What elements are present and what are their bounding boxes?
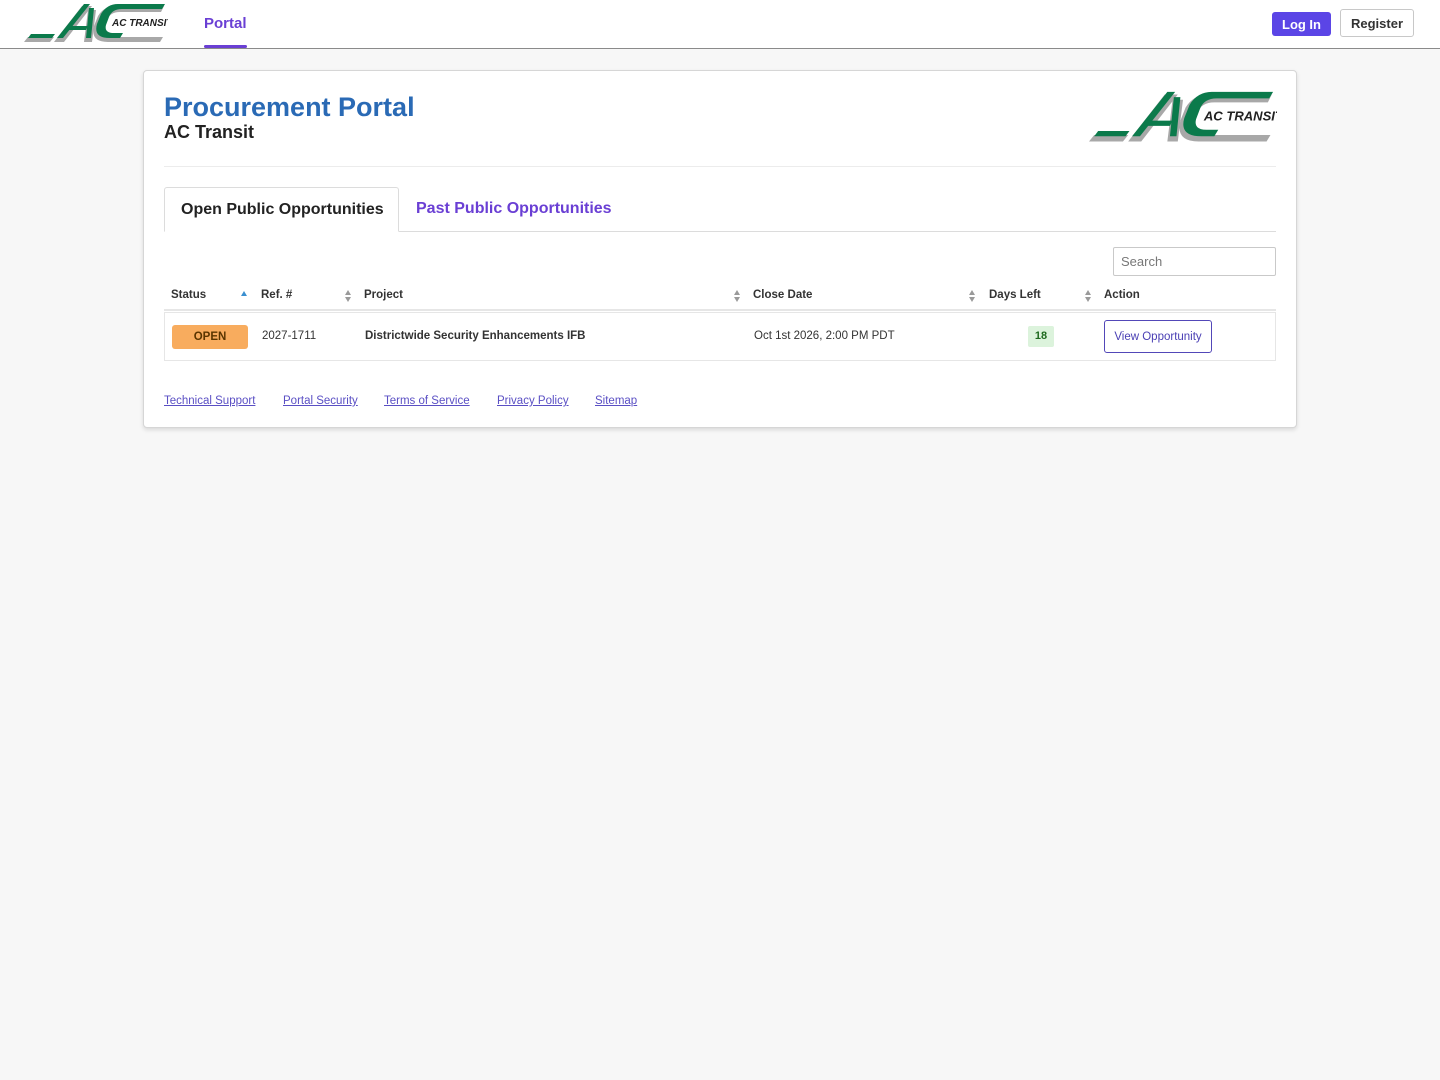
nav-portal-link[interactable]: Portal bbox=[204, 0, 247, 48]
search-input[interactable] bbox=[1113, 247, 1276, 276]
days-left-badge: 18 bbox=[1028, 326, 1054, 347]
column-header-status[interactable]: Status bbox=[171, 281, 206, 309]
top-navbar: AC TRANSIT Portal Log In Register bbox=[0, 0, 1440, 49]
sort-ascending-icon[interactable] bbox=[240, 289, 248, 303]
status-badge: OPEN bbox=[172, 325, 248, 349]
logo-wordmark-large: AC TRANSIT bbox=[1203, 109, 1277, 124]
table-row: OPEN 2027-1711 Districtwide Security Enh… bbox=[164, 312, 1276, 361]
sort-both-icon[interactable] bbox=[968, 289, 976, 303]
tab-past-opportunities[interactable]: Past Public Opportunities bbox=[416, 187, 612, 232]
sort-both-icon[interactable] bbox=[1084, 289, 1092, 303]
register-button[interactable]: Register bbox=[1340, 9, 1414, 37]
link-technical-support[interactable]: Technical Support bbox=[164, 395, 255, 407]
agency-name: AC Transit bbox=[164, 122, 255, 142]
link-portal-security[interactable]: Portal Security bbox=[283, 395, 358, 407]
ac-transit-logo-large: AC TRANSIT bbox=[1089, 91, 1277, 142]
column-header-ref[interactable]: Ref. # bbox=[261, 281, 292, 309]
close-date: Oct 1st 2026, 2:00 PM PDT bbox=[754, 330, 895, 342]
header-divider bbox=[164, 166, 1276, 167]
page-title: Procurement Portal bbox=[164, 92, 415, 122]
column-header-days-left[interactable]: Days Left bbox=[989, 281, 1041, 309]
login-button[interactable]: Log In bbox=[1272, 12, 1331, 36]
procurement-card: Procurement Portal AC Transit AC TRANSIT… bbox=[143, 70, 1297, 428]
project-name: Districtwide Security Enhancements IFB bbox=[365, 330, 586, 342]
opportunity-tabs: Open Public Opportunities Past Public Op… bbox=[164, 187, 1276, 232]
column-header-action: Action bbox=[1104, 289, 1140, 301]
column-header-close-date[interactable]: Close Date bbox=[753, 281, 812, 309]
link-privacy-policy[interactable]: Privacy Policy bbox=[497, 395, 569, 407]
ref-number: 2027-1711 bbox=[262, 330, 317, 342]
table-header: Status Ref. # Project Close Date Days Le… bbox=[164, 281, 1276, 311]
column-header-project[interactable]: Project bbox=[364, 281, 403, 309]
nav-portal-label: Portal bbox=[204, 15, 247, 32]
active-nav-indicator bbox=[204, 45, 247, 48]
sort-both-icon[interactable] bbox=[733, 289, 741, 303]
ac-transit-logo[interactable]: AC TRANSIT bbox=[24, 4, 168, 44]
view-opportunity-button[interactable]: View Opportunity bbox=[1104, 320, 1212, 353]
logo-wordmark: AC TRANSIT bbox=[111, 18, 168, 29]
link-terms-of-service[interactable]: Terms of Service bbox=[384, 395, 470, 407]
tab-open-opportunities[interactable]: Open Public Opportunities bbox=[164, 187, 399, 232]
sort-both-icon[interactable] bbox=[344, 289, 352, 303]
link-sitemap[interactable]: Sitemap bbox=[595, 395, 637, 407]
